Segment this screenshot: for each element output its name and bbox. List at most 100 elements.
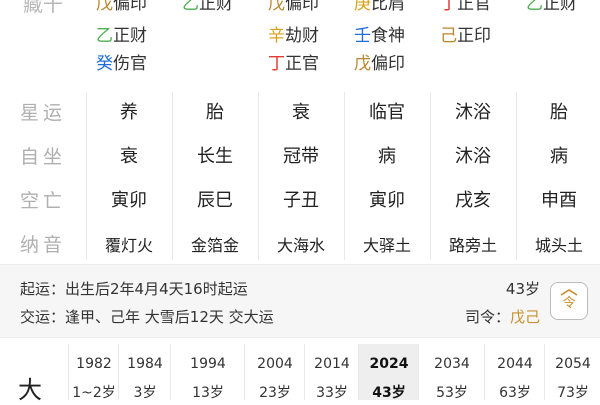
- canggan-item: 乙正财: [526, 0, 577, 16]
- dayun-age: 73岁: [557, 385, 589, 401]
- canggan-god: 正印: [457, 26, 491, 46]
- canggan-god: 偏印: [285, 0, 319, 14]
- canggan-item: 乙正财: [182, 0, 233, 16]
- canggan-item: 壬食神: [354, 24, 405, 48]
- row-label: 空亡: [19, 190, 66, 212]
- dayun-column[interactable]: 2014 33岁: [304, 344, 359, 401]
- canggan-item: 戊偏印: [268, 0, 319, 16]
- dayun-year: 2054: [555, 356, 591, 372]
- canggan-god: 劫财: [285, 26, 319, 46]
- dayun-age: 23岁: [259, 385, 291, 401]
- canggan-item: 戊偏印: [96, 0, 147, 16]
- table-cell[interactable]: 寅卯: [86, 186, 172, 212]
- table-cell[interactable]: 胎: [516, 98, 600, 124]
- dayun-year: 2014: [314, 356, 350, 372]
- canggan-stem: 戊: [96, 0, 113, 14]
- canggan-stem: 庚: [354, 0, 371, 14]
- dayun-age: 33岁: [316, 385, 348, 401]
- canggan-item: 丁正官: [268, 52, 319, 76]
- table-cell[interactable]: 临官: [344, 98, 430, 124]
- canggan-label: 藏干: [23, 0, 63, 16]
- table-cell[interactable]: 养: [86, 98, 172, 124]
- qiyun-text: 起运：出生后2年4月4天16时起运: [20, 280, 248, 298]
- row-label: 自坐: [19, 146, 66, 168]
- canggan-god: 正官: [285, 54, 319, 74]
- table-cell[interactable]: 胎: [172, 98, 258, 124]
- canggan-stem: 乙: [526, 0, 543, 14]
- canggan-god: 正财: [543, 0, 577, 14]
- dayun-year: 2044: [497, 356, 533, 372]
- canggan-item: 丁正官: [440, 0, 491, 16]
- dayun-year: 2034: [434, 356, 470, 372]
- dayun-age: 43岁: [372, 385, 406, 401]
- table-cell[interactable]: 子丑: [258, 186, 344, 212]
- table-cell[interactable]: 城头土: [516, 232, 600, 256]
- table-cell[interactable]: 金箔金: [172, 232, 258, 256]
- canggan-item: 癸伤官: [96, 52, 147, 76]
- canggan-stem: 己: [440, 26, 457, 46]
- table-cell[interactable]: 病: [344, 142, 430, 168]
- dayun-column-active[interactable]: 2024 43岁: [358, 344, 419, 401]
- table-cell[interactable]: 辰巳: [172, 186, 258, 212]
- canggan-stem: 戊: [354, 54, 371, 74]
- canggan-stem: 丁: [268, 54, 285, 74]
- ling-icon: 令: [560, 289, 578, 311]
- canggan-stem: 戊: [268, 0, 285, 14]
- dayun-column[interactable]: 1994 13岁: [170, 344, 245, 401]
- table-cell[interactable]: 路旁土: [430, 232, 516, 256]
- dayun-age: 1~2岁: [72, 385, 116, 401]
- table-cell[interactable]: 沐浴: [430, 98, 516, 124]
- canggan-item: 戊偏印: [354, 52, 405, 76]
- canggan-item: 己正印: [440, 24, 491, 48]
- dayun-column[interactable]: 1984 3岁: [118, 344, 171, 401]
- row-label: 纳音: [19, 234, 66, 256]
- canggan-stem: 乙: [96, 26, 113, 46]
- dayun-column[interactable]: 2054 73岁: [544, 344, 600, 401]
- dayun-column[interactable]: 2004 23岁: [244, 344, 305, 401]
- ling-button[interactable]: 令: [550, 282, 588, 320]
- siling-label: 司令：: [464, 308, 510, 326]
- dayun-column[interactable]: 2044 63岁: [484, 344, 545, 401]
- table-cell[interactable]: 衰: [258, 98, 344, 124]
- canggan-stem: 辛: [268, 26, 285, 46]
- dayun-column[interactable]: 2034 53岁: [418, 344, 485, 401]
- siling: 司令：戊己: [440, 306, 540, 327]
- jiaoyun-text: 交运：逢甲、己年 大雪后12天 交大运: [20, 308, 274, 326]
- dayun-age: 53岁: [436, 385, 468, 401]
- canggan-god: 偏印: [371, 54, 405, 74]
- canggan-item: 辛劫财: [268, 24, 319, 48]
- table-cell[interactable]: 冠带: [258, 142, 344, 168]
- current-age: 43岁: [505, 280, 540, 298]
- dayun-column[interactable]: 1982 1~2岁: [68, 344, 119, 401]
- canggan-stem: 癸: [96, 54, 113, 74]
- canggan-god: 正财: [199, 0, 233, 14]
- canggan-god: 正官: [457, 0, 491, 14]
- table-cell[interactable]: 覆灯火: [86, 232, 172, 256]
- dayun-year: 1984: [127, 356, 163, 372]
- canggan-item: 庚比肩: [354, 0, 405, 16]
- canggan-god: 比肩: [371, 0, 405, 14]
- canggan-stem: 壬: [354, 26, 371, 46]
- table-cell[interactable]: 申酉: [516, 186, 600, 212]
- svg-text:令: 令: [562, 296, 575, 311]
- dayun-age: 63岁: [499, 385, 531, 401]
- dayun-age: 13岁: [192, 385, 224, 401]
- table-cell[interactable]: 大海水: [258, 232, 344, 256]
- table-cell[interactable]: 病: [516, 142, 600, 168]
- table-cell[interactable]: 沐浴: [430, 142, 516, 168]
- dayun-year: 2024: [369, 356, 409, 372]
- canggan-item: 乙正财: [96, 24, 147, 48]
- table-cell[interactable]: 大驿土: [344, 232, 430, 256]
- table-cell[interactable]: 寅卯: [344, 186, 430, 212]
- siling-value: 戊己: [509, 308, 540, 326]
- dayun-age: 3岁: [133, 385, 157, 401]
- dayun-year: 1982: [76, 356, 112, 372]
- canggan-stem: 乙: [182, 0, 199, 14]
- table-cell[interactable]: 衰: [86, 142, 172, 168]
- table-cell[interactable]: 长生: [172, 142, 258, 168]
- table-cell[interactable]: 戌亥: [430, 186, 516, 212]
- canggan-god: 食神: [371, 26, 405, 46]
- canggan-god: 伤官: [113, 54, 147, 74]
- dayun-year: 2004: [257, 356, 293, 372]
- row-label: 星运: [19, 102, 66, 124]
